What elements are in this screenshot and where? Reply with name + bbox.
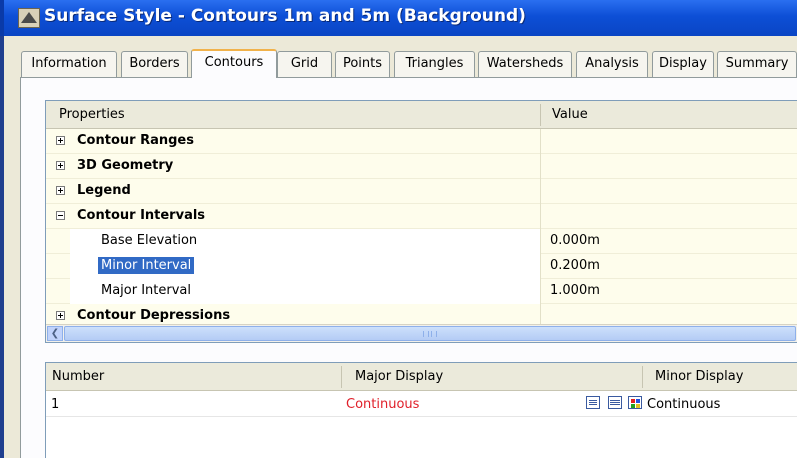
- property-label: Major Interval: [101, 283, 192, 298]
- property-group-contour-intervals[interactable]: Contour Intervals: [46, 204, 797, 229]
- tab-strip: Information Borders Contours Grid Points…: [20, 49, 797, 78]
- column-divider: [540, 154, 541, 179]
- property-row-minor-interval[interactable]: Minor Interval 0.200m: [46, 254, 797, 279]
- column-header-major-display[interactable]: Major Display: [355, 369, 443, 384]
- window-frame-edge: [0, 36, 4, 458]
- column-header-properties[interactable]: Properties: [59, 107, 125, 122]
- expand-icon[interactable]: [56, 136, 65, 145]
- horizontal-scrollbar[interactable]: ❮: [46, 324, 797, 342]
- property-grid: Properties Value Contour Ranges 3D Geome…: [45, 100, 797, 343]
- tab-borders[interactable]: Borders: [121, 51, 188, 77]
- column-header-value[interactable]: Value: [552, 107, 588, 122]
- color-icon[interactable]: [628, 396, 642, 409]
- minor-display-value[interactable]: Continuous: [647, 397, 720, 412]
- tab-contours[interactable]: Contours: [191, 49, 277, 78]
- property-value[interactable]: 1.000m: [550, 283, 600, 298]
- property-label-selected: Minor Interval: [98, 257, 195, 274]
- window-title: Surface Style - Contours 1m and 5m (Back…: [44, 6, 526, 26]
- column-divider: [540, 179, 541, 204]
- linetype-icon[interactable]: [586, 396, 600, 409]
- scrollbar-grip-icon: [423, 331, 437, 337]
- selection-highlight: Minor Interval: [98, 257, 195, 274]
- expand-icon[interactable]: [56, 311, 65, 320]
- tab-watersheds[interactable]: Watersheds: [478, 51, 572, 77]
- property-value[interactable]: 0.000m: [550, 233, 600, 248]
- row-number: 1: [51, 397, 60, 412]
- property-grid-header: Properties Value: [46, 101, 797, 129]
- property-row-major-interval[interactable]: Major Interval 1.000m: [46, 279, 797, 304]
- tab-analysis[interactable]: Analysis: [576, 51, 648, 77]
- property-group-3d-geometry[interactable]: 3D Geometry: [46, 154, 797, 179]
- property-group-label: Contour Depressions: [77, 308, 231, 323]
- scroll-left-arrow-icon[interactable]: ❮: [47, 326, 63, 341]
- property-row-base-elevation[interactable]: Base Elevation 0.000m: [46, 229, 797, 254]
- column-divider: [540, 129, 541, 154]
- expand-icon[interactable]: [56, 186, 65, 195]
- column-divider[interactable]: [341, 366, 342, 388]
- property-value[interactable]: 0.200m: [550, 258, 600, 273]
- tab-grid[interactable]: Grid: [277, 51, 332, 77]
- app-icon: [18, 8, 40, 28]
- expand-icon[interactable]: [56, 161, 65, 170]
- tab-summary[interactable]: Summary: [717, 51, 797, 77]
- tab-points[interactable]: Points: [335, 51, 390, 77]
- contour-display-table: Number Major Display Minor Display 1 Con…: [45, 362, 797, 458]
- tab-display[interactable]: Display: [652, 51, 714, 77]
- major-display-value[interactable]: Continuous: [346, 397, 419, 412]
- column-divider: [540, 229, 541, 254]
- property-group-label: 3D Geometry: [77, 158, 174, 173]
- column-divider: [540, 204, 541, 229]
- column-header-minor-display[interactable]: Minor Display: [655, 369, 743, 384]
- tab-information[interactable]: Information: [21, 51, 117, 77]
- column-divider: [540, 279, 541, 304]
- table-row[interactable]: 1 Continuous Continuous: [46, 391, 797, 417]
- collapse-icon[interactable]: [56, 211, 65, 220]
- lineweight-icon[interactable]: [608, 396, 622, 409]
- table-header: Number Major Display Minor Display: [46, 363, 797, 391]
- property-label: Base Elevation: [101, 233, 198, 248]
- column-divider[interactable]: [540, 104, 541, 126]
- title-bar[interactable]: Surface Style - Contours 1m and 5m (Back…: [0, 0, 797, 36]
- property-group-contour-ranges[interactable]: Contour Ranges: [46, 129, 797, 154]
- property-group-label: Legend: [77, 183, 131, 198]
- column-divider: [540, 254, 541, 279]
- column-header-number[interactable]: Number: [52, 369, 104, 384]
- property-group-label: Contour Ranges: [77, 133, 194, 148]
- scrollbar-thumb[interactable]: [64, 326, 796, 341]
- property-group-label: Contour Intervals: [77, 208, 206, 223]
- tab-triangles[interactable]: Triangles: [394, 51, 475, 77]
- column-divider[interactable]: [642, 366, 643, 388]
- property-group-legend[interactable]: Legend: [46, 179, 797, 204]
